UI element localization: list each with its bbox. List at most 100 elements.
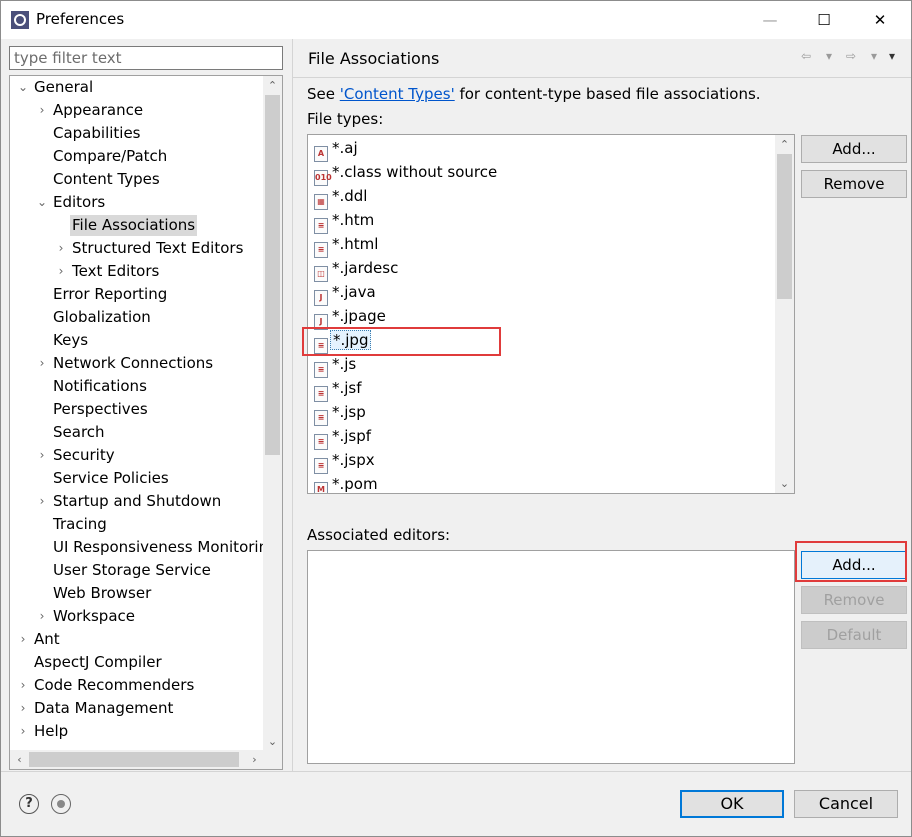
chevron-right-icon[interactable]: › [36,100,48,121]
back-icon[interactable]: ⇦ [801,49,811,63]
chevron-right-icon[interactable]: › [17,698,29,719]
tree-item[interactable]: › Ant [10,629,264,652]
ok-button[interactable]: OK [680,790,784,818]
chevron-right-icon[interactable]: › [17,629,29,650]
chevron-down-icon[interactable]: ⌄ [17,77,29,98]
chevron-right-icon[interactable]: › [55,261,67,282]
help-icon[interactable]: ? [19,794,39,814]
file-type-item[interactable]: M *.pom [314,473,494,493]
forward-dropdown-icon[interactable]: ▾ [871,49,877,63]
text-file-icon: ≡ [314,410,328,426]
tree-item[interactable]: User Storage Service [10,560,264,583]
chevron-right-icon[interactable]: › [17,721,29,742]
tree-item-label: File Associations [70,215,198,236]
file-type-item[interactable]: 010*.class without source [314,161,497,186]
add-file-type-button[interactable]: Add... [801,135,907,163]
tree-item-label: Tracing [53,515,107,533]
tree-item[interactable]: ⌄ General [10,77,264,100]
tree-item[interactable]: Web Browser [10,583,264,606]
close-button[interactable]: ✕ [853,1,907,39]
view-menu-icon[interactable]: ▾ [889,49,895,63]
file-type-item[interactable]: ≡ *.jspf [314,425,494,450]
pane-divider[interactable] [292,39,293,771]
file-type-item[interactable]: ≡ *.jsp [314,401,494,426]
chevron-right-icon[interactable]: › [17,675,29,696]
file-type-item[interactable]: ≡ *.js [314,353,494,378]
remove-file-type-button[interactable]: Remove [801,170,907,198]
tree-item[interactable]: › Startup and Shutdown [10,491,264,514]
scroll-right-icon[interactable]: › [245,750,264,769]
file-type-item[interactable]: ≡ *.jspx [314,449,494,474]
file-type-name: *.jspx [332,451,375,469]
tree-item[interactable]: Notifications [10,376,264,399]
tree-item[interactable]: File Associations [10,215,264,238]
tree-item[interactable]: ⌄ Editors [10,192,264,215]
tree-item[interactable]: Search [10,422,264,445]
minimize-button[interactable]: — [743,1,797,39]
scroll-left-icon[interactable]: ‹ [10,750,29,769]
file-type-item[interactable]: ≡ *.htm [314,209,494,234]
chevron-right-icon[interactable]: › [36,606,48,627]
filter-input[interactable] [9,46,283,70]
tree-item[interactable]: › Data Management [10,698,264,721]
tree-item-label: Service Policies [53,469,169,487]
file-type-item[interactable]: ≡ *.jsf [314,377,494,402]
tree-item[interactable]: Service Policies [10,468,264,491]
tree-item-label: Keys [53,331,89,349]
tree-item[interactable]: Tracing [10,514,264,537]
file-type-item[interactable]: J *.jpage [314,305,494,330]
tree-item[interactable]: AspectJ Compiler [10,652,264,675]
tree-item-label: Network Connections [53,354,214,372]
scroll-thumb[interactable] [265,95,280,455]
hscroll-thumb[interactable] [29,752,239,767]
file-types-scrollbar[interactable]: ⌃ ⌄ [775,135,794,493]
tree-vertical-scrollbar[interactable]: ⌃ ⌄ [263,76,282,751]
list-scroll-up-icon[interactable]: ⌃ [775,135,794,154]
page-nav-tools: ⇦ ▾ ⇨ ▾ ▾ [801,49,906,69]
tree-item[interactable]: › Appearance [10,100,264,123]
list-scroll-down-icon[interactable]: ⌄ [775,474,794,493]
text-file-icon: ≡ [314,386,328,402]
maven-file-icon: M [314,482,328,493]
tree-item[interactable]: › Code Recommenders [10,675,264,698]
tree-item[interactable]: › Structured Text Editors [10,238,264,261]
file-type-name: *.aj [332,139,358,157]
maximize-icon: ☐ [817,11,831,29]
file-type-item[interactable]: ◫ *.jardesc [314,257,494,282]
tree-item[interactable]: › Help [10,721,264,744]
back-dropdown-icon[interactable]: ▾ [826,49,832,63]
maximize-button[interactable]: ☐ [797,1,851,39]
tree-horizontal-scrollbar[interactable]: ‹ › [10,750,264,769]
tree-item-label: Perspectives [53,400,148,418]
chevron-right-icon[interactable]: › [36,353,48,374]
scroll-down-icon[interactable]: ⌄ [263,732,282,751]
cancel-button[interactable]: Cancel [794,790,898,818]
tree-item-label: Code Recommenders [34,676,195,694]
tree-item[interactable]: UI Responsiveness Monitoring [10,537,264,560]
tree-item[interactable]: Error Reporting [10,284,264,307]
tree-item[interactable]: › Text Editors [10,261,264,284]
file-type-item[interactable]: J *.java [314,281,494,306]
chevron-right-icon[interactable]: › [36,491,48,512]
hint-prefix: See [307,85,340,103]
tree-item[interactable]: Content Types [10,169,264,192]
tree-item[interactable]: Capabilities [10,123,264,146]
tree-item[interactable]: › Network Connections [10,353,264,376]
tree-item[interactable]: Globalization [10,307,264,330]
tree-item[interactable]: › Workspace [10,606,264,629]
chevron-right-icon[interactable]: › [55,238,67,259]
content-types-link[interactable]: 'Content Types' [340,85,455,103]
scroll-up-icon[interactable]: ⌃ [263,76,282,95]
tree-item[interactable]: › Security [10,445,264,468]
file-type-item[interactable]: ≡ *.html [314,233,494,258]
tree-item[interactable]: Perspectives [10,399,264,422]
tree-item[interactable]: Compare/Patch [10,146,264,169]
list-scroll-thumb[interactable] [777,154,792,299]
tree-item[interactable]: Keys [10,330,264,353]
file-type-item[interactable]: A *.aj [314,137,494,162]
forward-icon[interactable]: ⇨ [846,49,856,63]
chevron-down-icon[interactable]: ⌄ [36,192,48,213]
import-export-icon[interactable] [51,794,71,814]
file-type-item[interactable]: ▦ *.ddl [314,185,494,210]
chevron-right-icon[interactable]: › [36,445,48,466]
